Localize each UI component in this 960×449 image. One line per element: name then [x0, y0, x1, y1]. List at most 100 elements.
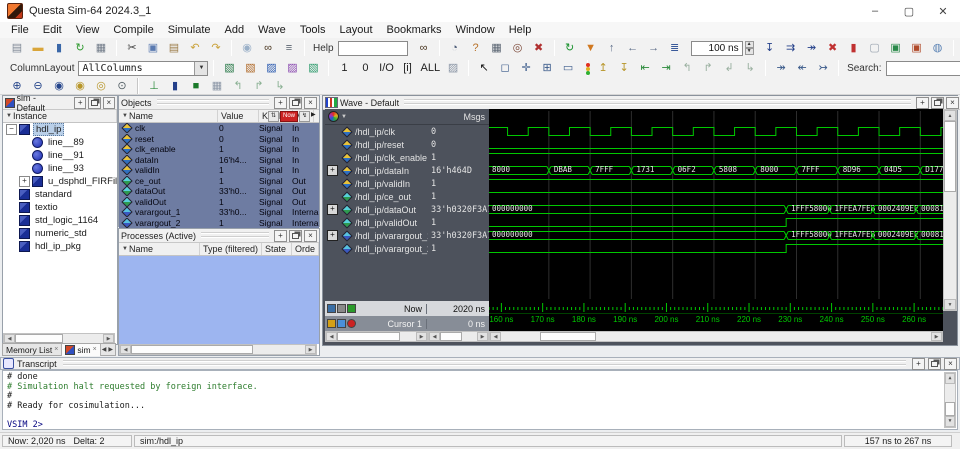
objects-row-varargout_1[interactable]: varargout_133'h0...SignalInternal: [119, 207, 319, 218]
objects-dock-close-icon[interactable]: ×: [304, 97, 317, 109]
env-back-icon[interactable]: ←: [623, 39, 643, 57]
pan-mode-icon[interactable]: ✛: [516, 59, 536, 77]
find-in-sim-icon[interactable]: ◎: [508, 39, 528, 57]
tree-node-line__91[interactable]: +line__91: [3, 149, 117, 162]
objects-row-dataIn[interactable]: dataIn16'h4...SignalIn: [119, 155, 319, 166]
objects-row-clk_enable[interactable]: clk_enable1SignalIn: [119, 144, 319, 155]
tree-twisty-icon[interactable]: +: [19, 176, 30, 187]
waveform-canvas[interactable]: 8000DBAB7FFF173106F2580880007FFF8D9604D5…: [489, 109, 943, 301]
tree-label[interactable]: line__89: [46, 137, 86, 148]
wave-grid-icon[interactable]: ■: [186, 77, 206, 95]
wave-expand-icon[interactable]: +: [327, 165, 338, 176]
zoom-select-mode-icon[interactable]: ◻: [495, 59, 515, 77]
run-continue-icon[interactable]: ⇉: [781, 39, 801, 57]
cursor-edit-icon[interactable]: [337, 319, 346, 328]
wave-dock-float-icon[interactable]: [931, 97, 944, 109]
wave-footer-copy-icon[interactable]: [337, 304, 346, 313]
tab-close-icon[interactable]: ×: [54, 346, 58, 353]
objects-row-clk[interactable]: clk0SignalIn: [119, 123, 319, 134]
next-fall-icon[interactable]: ↳: [740, 59, 760, 77]
wave-signal-dataOut[interactable]: +/hdl_ip/dataOut: [325, 203, 428, 216]
radix-binary-icon[interactable]: 1: [334, 59, 354, 77]
expand-all-time-icon[interactable]: ↣: [813, 59, 833, 77]
collapse-time-icon[interactable]: ↞: [792, 59, 812, 77]
examine-icon[interactable]: ◍: [928, 39, 948, 57]
wave-footer-select-icon[interactable]: [327, 304, 336, 313]
processes-dock-float-icon[interactable]: [289, 230, 302, 242]
add-to-schematic-icon[interactable]: ▧: [303, 59, 323, 77]
new-file-icon[interactable]: ▤: [7, 39, 27, 57]
wave-palette-icon[interactable]: [328, 111, 339, 122]
edge-next-icon[interactable]: ↱: [249, 77, 269, 95]
edge-prev-icon[interactable]: ↰: [228, 77, 248, 95]
objects-view-icon[interactable]: ⇅: [268, 111, 279, 122]
cursor-delete-icon[interactable]: [347, 319, 356, 328]
processes-dock-add-icon[interactable]: +: [274, 230, 287, 242]
paste-icon[interactable]: ▤: [164, 39, 184, 57]
run-icon[interactable]: ↧: [760, 39, 780, 57]
expand-time-icon[interactable]: ↠: [771, 59, 791, 77]
tree-node-hdl_ip[interactable]: − hdl_ip: [3, 123, 117, 136]
processes-column-header[interactable]: ▼Name Type (filtered) State Orde: [119, 243, 319, 256]
add-to-list-icon[interactable]: ▧: [240, 59, 260, 77]
wave-expand-icon[interactable]: +: [327, 230, 338, 241]
tree-twisty-icon[interactable]: −: [6, 124, 17, 135]
run-all-icon[interactable]: ↠: [802, 39, 822, 57]
help-search-input[interactable]: [338, 41, 408, 56]
radix-all-icon[interactable]: ALL: [418, 59, 442, 77]
memory-grid-icon[interactable]: ▦: [487, 39, 507, 57]
break-icon[interactable]: ✖: [823, 39, 843, 57]
reload-icon[interactable]: ↻: [70, 39, 90, 57]
search-input[interactable]: [886, 61, 960, 76]
menu-add[interactable]: Add: [218, 23, 252, 37]
tree-label[interactable]: std_logic_1164: [33, 215, 100, 226]
wave-expand-icon[interactable]: +: [327, 204, 338, 215]
crosshair-mode-icon[interactable]: ▭: [558, 59, 578, 77]
menu-compile[interactable]: Compile: [106, 23, 160, 37]
prev-fall-icon[interactable]: ↲: [719, 59, 739, 77]
wave-lock-icon[interactable]: ▮: [165, 77, 185, 95]
menu-wave[interactable]: Wave: [251, 23, 293, 37]
radix-io-icon[interactable]: I/O: [376, 59, 396, 77]
objects-row-validOut[interactable]: validOut1SignalOut: [119, 197, 319, 208]
edge-last-icon[interactable]: ↳: [270, 77, 290, 95]
env-forward-icon[interactable]: →: [644, 39, 664, 57]
open-folder-icon[interactable]: ▬: [28, 39, 48, 57]
processes-empty-body[interactable]: [119, 256, 319, 344]
delete-cursor-icon[interactable]: ↧: [614, 59, 634, 77]
radix-literal-icon[interactable]: [i]: [397, 59, 417, 77]
close-button[interactable]: ✕: [926, 0, 960, 22]
edit-mode-icon[interactable]: ⊞: [537, 59, 557, 77]
tree-label[interactable]: hdl_ip: [33, 123, 64, 136]
tree-label[interactable]: u_dsphdl_FIRFilter: [46, 176, 117, 187]
restore-icon[interactable]: ▢: [865, 39, 885, 57]
zoom-mode-icon[interactable]: ⊙: [112, 77, 132, 95]
objects-row-dataOut[interactable]: dataOut33'h0...SignalOut: [119, 186, 319, 197]
wave-vscrollbar[interactable]: ▲▼: [943, 109, 957, 311]
tree-label[interactable]: textio: [33, 202, 60, 213]
save-icon[interactable]: ▮: [49, 39, 69, 57]
help-doc-icon[interactable]: ?: [466, 39, 486, 57]
wave-signal-reset[interactable]: +/hdl_ip/reset: [325, 138, 428, 151]
sim-dock-close-icon[interactable]: ×: [103, 97, 115, 109]
add-to-wave-icon[interactable]: ▧: [219, 59, 239, 77]
stop-icon[interactable]: ▮: [844, 39, 864, 57]
wave-signal-ce_out[interactable]: +/hdl_ip/ce_out: [325, 190, 428, 203]
tab-sim[interactable]: sim×: [62, 344, 100, 356]
tree-node-standard[interactable]: +standard: [3, 188, 117, 201]
schematic-window-icon[interactable]: ▣: [907, 39, 927, 57]
insert-cursor-icon[interactable]: ↥: [593, 59, 613, 77]
sim-dock-float-icon[interactable]: [88, 97, 100, 109]
elaborate-icon[interactable]: ◔: [445, 39, 465, 57]
wave-footer-add-icon[interactable]: [347, 304, 356, 313]
quit-sim-icon[interactable]: ✖: [529, 39, 549, 57]
tab-close-icon[interactable]: ×: [93, 346, 97, 353]
objects-row-ce_out[interactable]: ce_out1SignalOut: [119, 176, 319, 187]
transcript-vscrollbar[interactable]: ▲▼: [944, 372, 956, 428]
menu-bookmarks[interactable]: Bookmarks: [380, 23, 449, 37]
print-icon[interactable]: ▦: [91, 39, 111, 57]
transcript-dock-float-icon[interactable]: [928, 358, 941, 370]
tree-label[interactable]: standard: [33, 189, 74, 200]
cursor1-label[interactable]: Cursor 1: [358, 319, 426, 329]
objects-filter-icon[interactable]: ↯: [299, 111, 310, 122]
